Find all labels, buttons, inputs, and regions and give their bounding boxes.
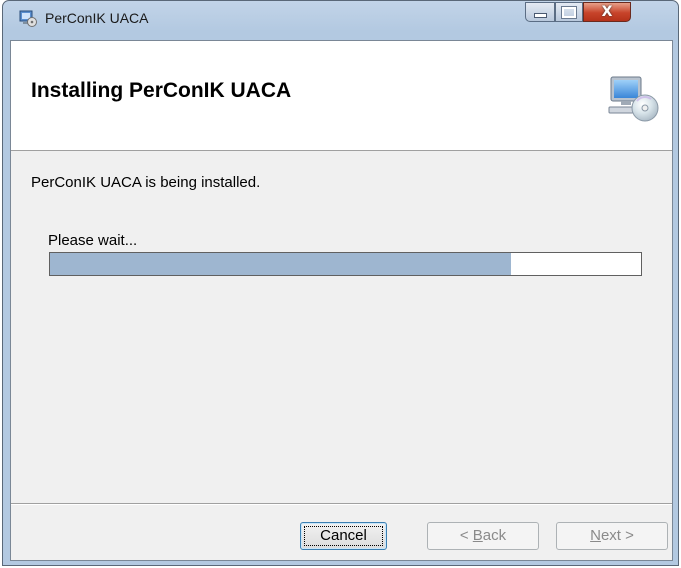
close-icon: X — [601, 4, 613, 20]
next-button[interactable]: Next > — [556, 522, 668, 550]
page-title: Installing PerConIK UACA — [31, 79, 292, 102]
install-status-text: PerConIK UACA is being installed. — [31, 174, 261, 191]
minimize-button[interactable] — [525, 2, 555, 22]
installer-app-icon — [19, 10, 37, 27]
window-title: PerConIK UACA — [45, 10, 149, 26]
focus-rectangle — [304, 526, 383, 546]
computer-cd-icon — [608, 76, 659, 122]
maximize-icon — [561, 5, 577, 19]
progress-fill — [50, 253, 511, 275]
please-wait-label: Please wait... — [48, 232, 138, 249]
minimize-icon — [533, 13, 547, 18]
maximize-button[interactable] — [555, 2, 583, 22]
install-progress-bar — [49, 252, 642, 276]
back-button-prefix: < — [459, 527, 473, 544]
close-button[interactable]: X — [583, 2, 631, 22]
footer-divider — [11, 503, 672, 505]
title-bar[interactable]: PerConIK UACA X — [3, 1, 678, 35]
back-button-rest: ack — [482, 527, 507, 544]
dialog-client-area: Installing PerConIK UACA PerConIK UACA i… — [10, 40, 673, 561]
installer-window: PerConIK UACA X Installing PerConIK UACA — [2, 0, 679, 566]
back-button[interactable]: < Back — [427, 522, 539, 550]
header-banner: Installing PerConIK UACA — [11, 41, 672, 151]
next-button-mnemonic: N — [590, 527, 601, 544]
back-button-mnemonic: B — [472, 527, 483, 544]
next-button-rest: ext > — [600, 527, 634, 544]
cancel-button[interactable]: Cancel — [300, 522, 387, 550]
